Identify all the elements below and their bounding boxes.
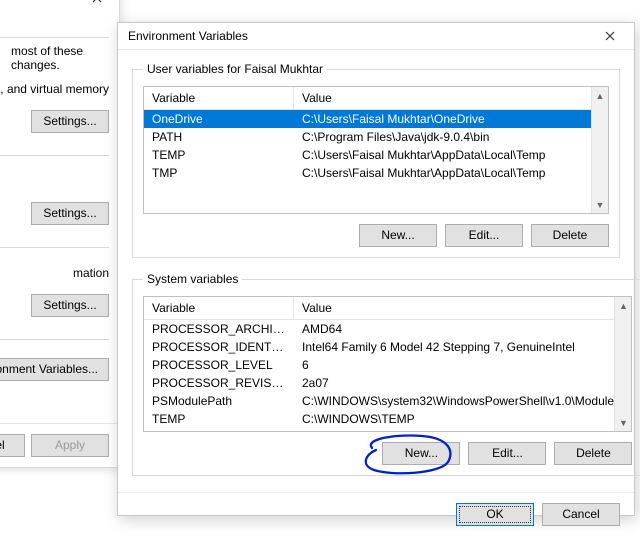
user-delete-button[interactable]: Delete [531,224,609,247]
cell-variable: TMP [144,428,294,432]
settings-button-3[interactable]: Settings... [31,294,109,317]
group-startup-text: mation [0,266,109,280]
list-header: Variable Value [144,87,608,110]
cell-variable: PROCESSOR_IDENTIFIER [144,338,294,356]
table-row[interactable]: PSModulePathC:\WINDOWS\system32\WindowsP… [144,392,631,410]
back-tabs: otection Remote [0,15,109,38]
back-titlebar [0,0,119,13]
back-note: most of these changes. [0,38,109,82]
cell-variable: PROCESSOR_LEVEL [144,356,294,374]
cell-variable: PROCESSOR_ARCHITECTURE [144,320,294,338]
cell-variable: PROCESSOR_REVISION [144,374,294,392]
user-new-button[interactable]: New... [359,224,437,247]
cell-variable: TEMP [144,410,294,428]
cancel-button[interactable]: Cancel [542,503,620,526]
table-row[interactable]: TMPC:\WINDOWS\TEMP [144,428,631,432]
table-row[interactable]: TEMPC:\WINDOWS\TEMP [144,410,631,428]
cell-value: Intel64 Family 6 Model 42 Stepping 7, Ge… [294,338,631,356]
table-row[interactable]: PROCESSOR_IDENTIFIERIntel64 Family 6 Mod… [144,338,631,356]
cell-value: C:\WINDOWS\system32\WindowsPowerShell\v1… [294,392,631,410]
user-variables-group: User variables for Faisal Mukhtar Variab… [132,62,620,258]
system-delete-button[interactable]: Delete [554,442,632,465]
back-apply-button: Apply [31,434,109,457]
group-startup: mation Settings... [0,266,109,317]
scroll-up-icon[interactable]: ▲ [592,87,608,104]
system-new-button[interactable]: New... [382,442,460,465]
scroll-down-icon[interactable]: ▼ [615,414,631,431]
header-value[interactable]: Value [294,297,631,319]
cell-variable: PSModulePath [144,392,294,410]
table-row[interactable]: PROCESSOR_REVISION2a07 [144,374,631,392]
settings-button-1[interactable]: Settings... [31,110,109,133]
header-value[interactable]: Value [294,87,608,109]
user-variables-list[interactable]: Variable Value OneDriveC:\Users\Faisal M… [143,86,609,214]
cell-variable: TMP [144,164,294,182]
group-performance: e, and virtual memory Settings... [0,82,109,133]
user-variables-legend: User variables for Faisal Mukhtar [143,62,327,76]
cell-variable: OneDrive [144,110,294,128]
dialog-buttons: OK Cancel [118,492,634,538]
table-row[interactable]: OneDriveC:\Users\Faisal Mukhtar\OneDrive [144,110,608,128]
scrollbar[interactable]: ▲ ▼ [614,297,631,431]
cell-value: C:\WINDOWS\TEMP [294,410,631,428]
table-row[interactable]: TEMPC:\Users\Faisal Mukhtar\AppData\Loca… [144,146,608,164]
table-row[interactable]: TMPC:\Users\Faisal Mukhtar\AppData\Local… [144,164,608,182]
group-user-profiles: Settings... [0,174,109,225]
cell-value: AMD64 [294,320,631,338]
close-icon[interactable] [77,0,117,11]
cell-value: C:\WINDOWS\TEMP [294,428,631,432]
header-variable[interactable]: Variable [144,297,294,319]
system-properties-dialog: otection Remote most of these changes. e… [0,0,120,468]
system-edit-button[interactable]: Edit... [468,442,546,465]
user-edit-button[interactable]: Edit... [445,224,523,247]
system-variables-legend: System variables [143,272,242,286]
env-titlebar: Environment Variables [118,23,634,50]
cell-value: C:\Users\Faisal Mukhtar\AppData\Local\Te… [294,164,608,182]
scrollbar[interactable]: ▲ ▼ [591,87,608,213]
scroll-up-icon[interactable]: ▲ [615,297,631,314]
cell-value: C:\Users\Faisal Mukhtar\OneDrive [294,110,608,128]
cell-value: C:\Program Files\Java\jdk-9.0.4\bin [294,128,608,146]
cell-variable: PATH [144,128,294,146]
table-row[interactable]: PROCESSOR_LEVEL6 [144,356,631,374]
system-variables-list[interactable]: Variable Value PROCESSOR_ARCHITECTUREAMD… [143,296,632,432]
settings-button-2[interactable]: Settings... [31,202,109,225]
scroll-down-icon[interactable]: ▼ [592,196,608,213]
cell-variable: TEMP [144,146,294,164]
ok-button[interactable]: OK [456,503,534,526]
list-header: Variable Value [144,297,631,320]
group-performance-text: e, and virtual memory [0,82,109,96]
table-row[interactable]: PATHC:\Program Files\Java\jdk-9.0.4\bin [144,128,608,146]
cell-value: 6 [294,356,631,374]
system-variables-group: System variables Variable Value PROCESSO… [132,272,640,476]
cell-value: C:\Users\Faisal Mukhtar\AppData\Local\Te… [294,146,608,164]
table-row[interactable]: PROCESSOR_ARCHITECTUREAMD64 [144,320,631,338]
dialog-title: Environment Variables [128,29,248,43]
back-cancel-button[interactable]: Cancel [0,434,25,457]
close-icon[interactable] [590,23,630,49]
header-variable[interactable]: Variable [144,87,294,109]
environment-variables-dialog: Environment Variables User variables for… [117,22,635,516]
cell-value: 2a07 [294,374,631,392]
environment-variables-button[interactable]: nvironment Variables... [0,358,109,381]
